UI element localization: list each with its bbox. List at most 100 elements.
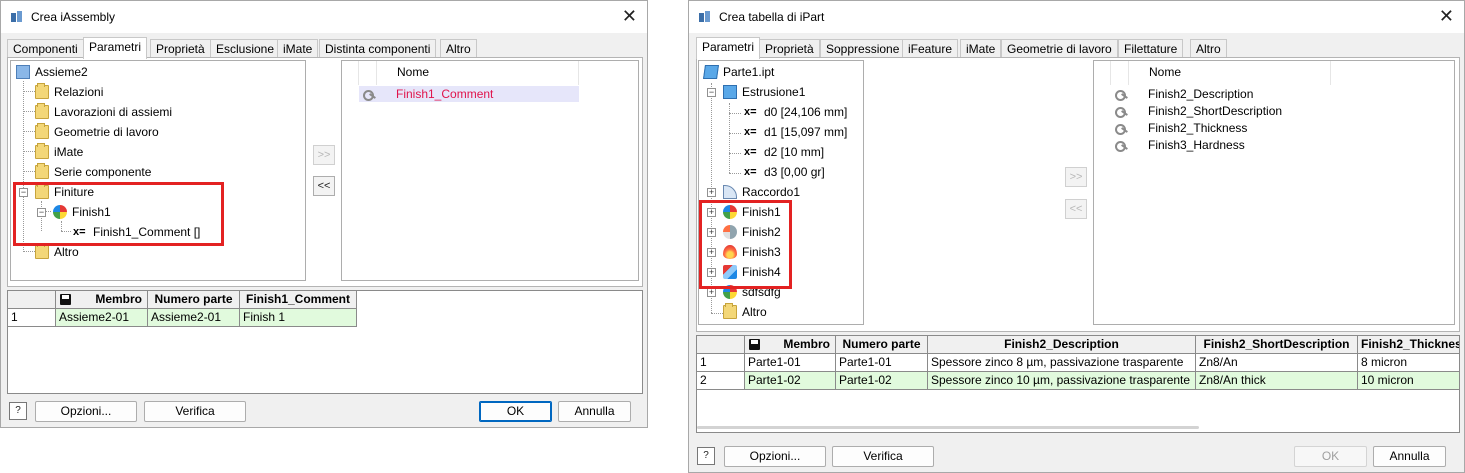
table-cell[interactable]: Parte1-02 xyxy=(745,372,836,390)
column-header-membro[interactable]: Membro xyxy=(56,291,148,309)
row-number[interactable]: 2 xyxy=(697,372,745,390)
parameter-icon: x= xyxy=(744,126,757,138)
dialog-title: Crea iAssembly xyxy=(31,10,116,24)
list-item-label: Finish1_Comment xyxy=(396,87,494,101)
horizontal-scrollbar[interactable] xyxy=(697,426,1199,429)
tab-parametri[interactable]: Parametri xyxy=(83,37,148,59)
help-icon[interactable]: ? xyxy=(697,447,715,465)
tab-proprieta[interactable]: Proprietà xyxy=(150,39,211,58)
parameter-tree[interactable]: Assieme2 Relazioni Lavorazioni di assiem… xyxy=(10,60,306,281)
table-cell[interactable]: Assieme2-01 xyxy=(56,309,148,327)
row-number[interactable]: 1 xyxy=(8,309,56,327)
folder-icon xyxy=(723,303,737,319)
list-item[interactable]: Finish3_Hardness xyxy=(1111,137,1351,153)
tab-geometrie[interactable]: Geometrie di lavoro xyxy=(1001,39,1118,58)
help-icon[interactable]: ? xyxy=(9,402,27,420)
add-parameter-button[interactable]: >> xyxy=(313,145,335,165)
tab-parametri[interactable]: Parametri xyxy=(696,37,761,59)
options-button[interactable]: Opzioni... xyxy=(35,401,137,422)
inventor-app-icon xyxy=(699,11,710,22)
table-cell[interactable]: Parte1-01 xyxy=(745,354,836,372)
list-header-nome[interactable]: Nome xyxy=(1149,61,1181,83)
tab-distinta-componenti[interactable]: Distinta componenti xyxy=(319,39,437,58)
folder-icon xyxy=(35,143,49,159)
parameter-icon: x= xyxy=(744,106,757,118)
selected-parameters-list[interactable]: Nome Finish1_Comment xyxy=(341,60,639,281)
collapse-icon[interactable]: − xyxy=(707,88,716,97)
list-header-nome[interactable]: Nome xyxy=(397,61,429,83)
list-item[interactable]: Finish2_ShortDescription xyxy=(1111,103,1351,119)
table-cell[interactable]: Parte1-01 xyxy=(836,354,928,372)
table-cell[interactable]: Assieme2-01 xyxy=(148,309,240,327)
expand-icon[interactable]: + xyxy=(707,188,716,197)
table-cell[interactable]: Zn8/An xyxy=(1196,354,1358,372)
cancel-button[interactable]: Annulla xyxy=(1373,446,1446,467)
list-item[interactable]: Finish2_Description xyxy=(1111,86,1351,102)
table-cell[interactable]: 8 micron xyxy=(1358,354,1459,372)
column-header-finish2-thickness[interactable]: Finish2_Thicknes xyxy=(1358,336,1459,354)
create-ipart-table-dialog: Crea tabella di iPart ✕ Parametri Propri… xyxy=(688,0,1465,473)
folder-icon xyxy=(35,123,49,139)
extrusion-icon xyxy=(723,85,737,99)
key-icon xyxy=(363,90,375,101)
column-header-finish2-shortdescription[interactable]: Finish2_ShortDescription xyxy=(1196,336,1358,354)
table-cell[interactable]: Finish 1 xyxy=(240,309,357,327)
parameter-icon: x= xyxy=(744,166,757,178)
remove-parameter-button[interactable]: << xyxy=(1065,199,1087,219)
column-header-finish2-description[interactable]: Finish2_Description xyxy=(928,336,1196,354)
key-icon xyxy=(1115,124,1127,135)
cancel-button[interactable]: Annulla xyxy=(558,401,631,422)
member-table[interactable]: Membro Numero parte Finish1_Comment 1 As… xyxy=(7,290,643,394)
expand-icon[interactable]: + xyxy=(707,288,716,297)
save-icon xyxy=(749,339,760,350)
tab-proprieta[interactable]: Proprietà xyxy=(759,39,820,58)
ok-button[interactable]: OK xyxy=(1294,446,1367,467)
title-bar: Crea iAssembly ✕ xyxy=(1,1,647,33)
tab-esclusione[interactable]: Esclusione xyxy=(210,39,281,58)
member-table[interactable]: Membro Numero parte Finish2_Description … xyxy=(696,335,1460,433)
list-item-selected[interactable]: Finish1_Comment xyxy=(359,86,579,102)
folder-icon xyxy=(35,83,49,99)
ok-button[interactable]: OK xyxy=(479,401,552,422)
tab-imate[interactable]: iMate xyxy=(960,39,1002,58)
options-button[interactable]: Opzioni... xyxy=(724,446,826,467)
table-cell[interactable]: Zn8/An thick xyxy=(1196,372,1358,390)
close-icon[interactable]: ✕ xyxy=(1439,6,1454,26)
folder-icon xyxy=(35,163,49,179)
column-header-numero-parte[interactable]: Numero parte xyxy=(148,291,240,309)
list-item[interactable]: Finish2_Thickness xyxy=(1111,120,1351,136)
column-header-membro[interactable]: Membro xyxy=(745,336,836,354)
part-icon xyxy=(703,65,719,79)
row-number[interactable]: 1 xyxy=(697,354,745,372)
tab-altro[interactable]: Altro xyxy=(440,39,477,58)
table-cell[interactable]: 10 micron xyxy=(1358,372,1459,390)
save-icon xyxy=(60,294,71,305)
dialog-title: Crea tabella di iPart xyxy=(719,10,825,24)
tab-imate[interactable]: iMate xyxy=(277,39,319,58)
close-icon[interactable]: ✕ xyxy=(622,6,637,26)
verify-button[interactable]: Verifica xyxy=(832,446,934,467)
tab-componenti[interactable]: Componenti xyxy=(7,39,84,58)
tab-altro[interactable]: Altro xyxy=(1190,39,1227,58)
add-parameter-button[interactable]: >> xyxy=(1065,167,1087,187)
column-header-numero-parte[interactable]: Numero parte xyxy=(836,336,928,354)
fillet-icon xyxy=(723,185,737,199)
parameter-icon: x= xyxy=(744,146,757,158)
column-header-finish1-comment[interactable]: Finish1_Comment xyxy=(240,291,357,309)
table-cell[interactable]: Spessore zinco 8 µm, passivazione traspa… xyxy=(928,354,1196,372)
tab-soppressione[interactable]: Soppressione xyxy=(820,39,906,58)
key-icon xyxy=(1115,107,1127,118)
folder-icon xyxy=(35,243,49,259)
assembly-icon xyxy=(16,65,30,79)
create-iassembly-dialog: Crea iAssembly ✕ Componenti Parametri Pr… xyxy=(0,0,648,428)
tab-filettature[interactable]: Filettature xyxy=(1118,39,1184,58)
highlight-box xyxy=(699,200,792,289)
table-cell[interactable]: Spessore zinco 10 µm, passivazione trasp… xyxy=(928,372,1196,390)
verify-button[interactable]: Verifica xyxy=(144,401,246,422)
title-bar: Crea tabella di iPart ✕ xyxy=(689,1,1464,33)
tab-ifeature[interactable]: iFeature xyxy=(902,39,959,58)
selected-parameters-list[interactable]: Nome Finish2_Description Finish2_ShortDe… xyxy=(1093,60,1455,325)
inventor-app-icon xyxy=(11,11,22,22)
remove-parameter-button[interactable]: << xyxy=(313,176,335,196)
table-cell[interactable]: Parte1-02 xyxy=(836,372,928,390)
